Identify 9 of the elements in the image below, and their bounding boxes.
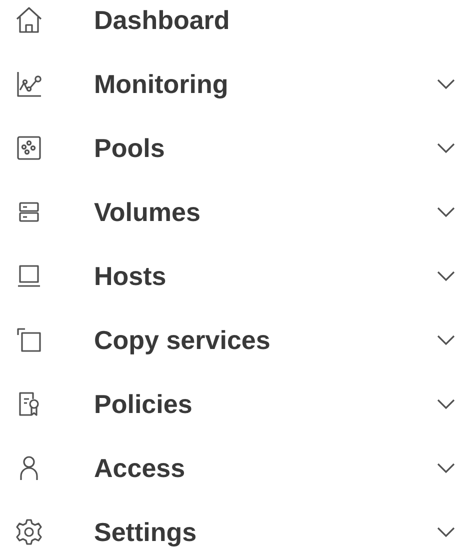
nav-item[interactable]: Access [0, 448, 456, 488]
nav-item[interactable]: Dashboard [0, 0, 456, 40]
nav-item[interactable]: Policies [0, 384, 456, 424]
nav-item[interactable]: Monitoring [0, 64, 456, 104]
nav-item[interactable]: Hosts [0, 256, 456, 296]
nav-item[interactable]: Copy services [0, 320, 456, 360]
nav-item[interactable]: Pools [0, 128, 456, 168]
nav-item[interactable]: Volumes [0, 192, 456, 232]
nav-item[interactable]: Settings [0, 512, 456, 548]
